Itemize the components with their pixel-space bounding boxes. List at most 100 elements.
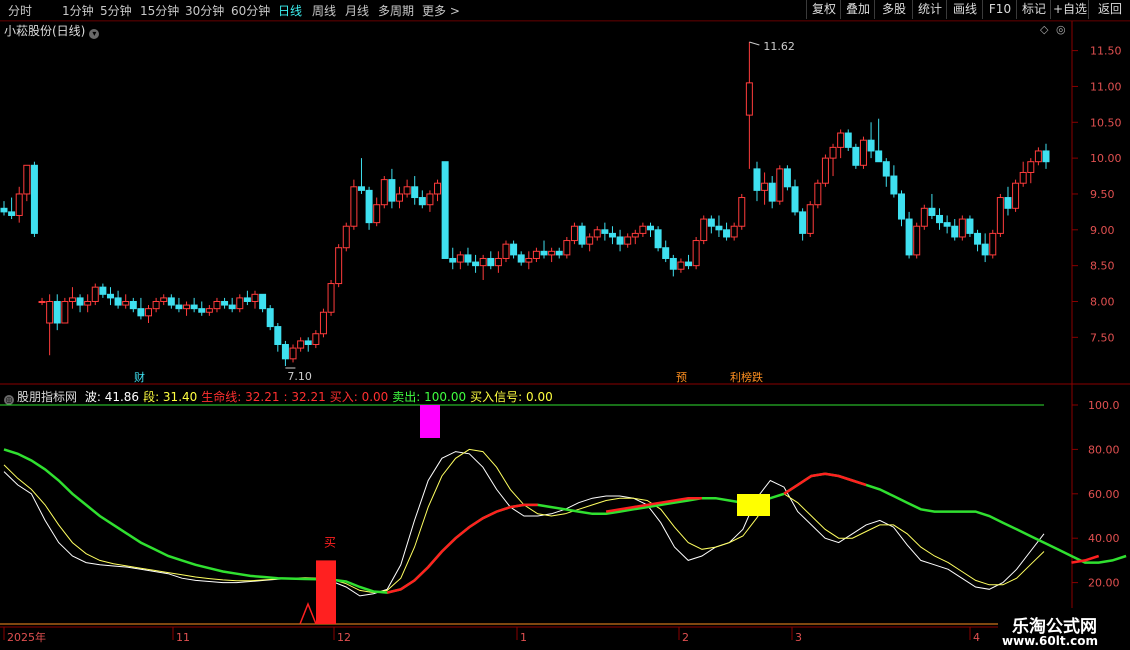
price-tick-label: 10.00 xyxy=(1090,152,1122,165)
candle-body xyxy=(335,247,343,285)
price-tick-label: 9.50 xyxy=(1090,188,1115,201)
candle-body xyxy=(943,222,951,227)
price-tick-label: 10.50 xyxy=(1090,116,1122,129)
candle-body xyxy=(251,293,259,302)
candle-body xyxy=(608,232,616,238)
event-label: 财 xyxy=(134,370,145,384)
candle-body xyxy=(183,304,191,310)
time-tick-label: 4 xyxy=(973,631,980,644)
candle-body xyxy=(76,297,84,306)
candle-body xyxy=(586,236,594,245)
buy-spike xyxy=(299,601,317,625)
candle-body xyxy=(631,232,639,238)
candle-body xyxy=(753,168,761,191)
sell-bar xyxy=(420,405,440,438)
candle-body xyxy=(897,193,905,220)
high-marker xyxy=(749,41,760,46)
price-tick-label: 9.00 xyxy=(1090,224,1115,237)
candle-body xyxy=(624,236,632,245)
candle-body xyxy=(745,82,753,116)
candle-body xyxy=(441,161,449,259)
candle-body xyxy=(411,186,419,199)
candle-body xyxy=(669,257,677,270)
candle-body xyxy=(373,204,381,224)
candle-body xyxy=(768,182,776,202)
buy-label: 买 xyxy=(324,535,336,549)
candle-body xyxy=(616,236,624,245)
candle-body xyxy=(517,254,525,263)
candle-body xyxy=(654,229,662,249)
time-tick-label: 1 xyxy=(520,631,527,644)
candle-body xyxy=(145,308,153,317)
candle-body xyxy=(715,225,723,231)
price-tick-label: 8.50 xyxy=(1090,260,1115,273)
candle-body xyxy=(106,293,114,299)
candle-body xyxy=(388,179,396,202)
candle-body xyxy=(479,257,487,267)
candle-body xyxy=(867,139,875,152)
candle-body xyxy=(8,211,16,216)
candle-body xyxy=(1004,197,1012,209)
candle-body xyxy=(685,261,693,267)
candle-body xyxy=(852,146,860,166)
candle-body xyxy=(646,225,654,231)
candle-body xyxy=(821,157,829,184)
candle-body xyxy=(175,304,183,310)
candle-body xyxy=(829,146,837,159)
candle-body xyxy=(920,207,928,227)
candle-body xyxy=(297,340,305,349)
time-tick-label: 3 xyxy=(795,631,802,644)
candle-body xyxy=(1012,182,1020,209)
candle-body xyxy=(357,186,365,191)
candle-body xyxy=(472,261,480,267)
candle-body xyxy=(723,229,731,238)
candle-body xyxy=(236,297,244,310)
candle-body xyxy=(548,250,556,256)
candle-body xyxy=(494,257,502,267)
candle-body xyxy=(730,225,738,238)
time-tick-label: 11 xyxy=(176,631,190,644)
candle-body xyxy=(525,257,533,263)
candle-body xyxy=(190,304,198,310)
event-label: 利榜跌 xyxy=(730,370,763,384)
candle-body xyxy=(570,225,578,242)
candle-body xyxy=(396,193,404,202)
event-label: 预 xyxy=(676,371,687,384)
candle-body xyxy=(837,132,845,148)
candle-body xyxy=(936,214,944,224)
time-tick-label: 12 xyxy=(337,631,351,644)
candle-body xyxy=(563,240,571,256)
candle-body xyxy=(814,182,822,206)
candle-body xyxy=(84,300,92,306)
candle-body xyxy=(0,207,8,213)
watermark: 乐淘公式网 www.60lt.com xyxy=(998,608,1130,650)
candle-body xyxy=(905,218,913,256)
candle-body xyxy=(966,218,974,234)
candle-body xyxy=(692,240,700,267)
life-line xyxy=(386,472,1100,594)
candle-body xyxy=(327,283,335,313)
candle-body xyxy=(555,250,563,256)
low-label: 7.10 xyxy=(287,370,312,383)
indicator-tick-label: 100.0 xyxy=(1088,399,1120,412)
candle-body xyxy=(502,243,510,259)
candle-body xyxy=(890,175,898,195)
candle-body xyxy=(601,229,609,234)
buy-bar xyxy=(316,560,336,624)
candle-body xyxy=(639,225,647,234)
candle-body xyxy=(221,300,229,306)
candle-body xyxy=(981,243,989,256)
candle-body xyxy=(928,207,936,216)
candle-body xyxy=(198,308,206,313)
candle-body xyxy=(99,286,107,295)
candle-body xyxy=(266,308,274,328)
chart-canvas[interactable]: 11.62 7.10 财 预 利榜跌 买 11.50 11.00 10.50 10.00 9.5… xyxy=(0,0,1130,650)
time-tick-label: 2 xyxy=(682,631,689,644)
candle-body xyxy=(129,300,137,310)
indicator-tick-label: 40.00 xyxy=(1088,532,1120,545)
candle-body xyxy=(974,232,982,245)
candle-body xyxy=(228,304,236,310)
candle-body xyxy=(274,326,282,345)
candle-body xyxy=(418,197,426,206)
candle-body xyxy=(122,300,130,306)
